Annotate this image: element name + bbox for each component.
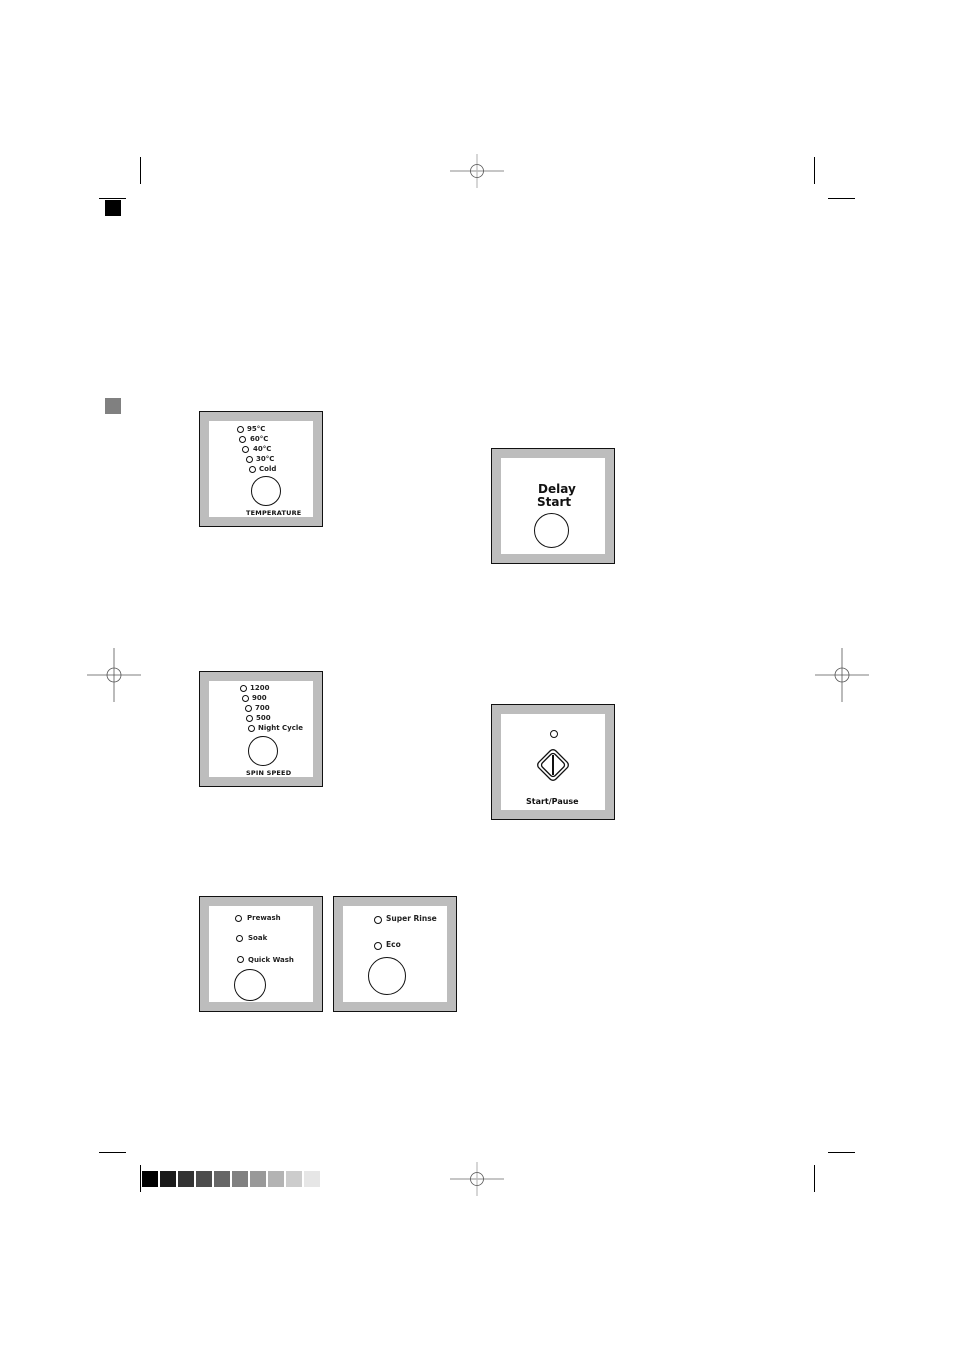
temperature-led-30 xyxy=(246,456,253,463)
color-swatch xyxy=(178,1171,194,1187)
spin-led-500 xyxy=(246,715,253,722)
options-panel-superrinse-eco: Super Rinse Eco xyxy=(333,896,457,1012)
crop-mark-top-right-h xyxy=(828,198,855,199)
temperature-option-label: 60°C xyxy=(250,435,269,443)
soak-label: Soak xyxy=(248,934,268,942)
registration-mark-bottom-icon xyxy=(450,1162,504,1196)
prewash-led xyxy=(235,915,242,922)
spin-speed-knob-button[interactable] xyxy=(248,736,278,766)
temperature-led-cold xyxy=(249,466,256,473)
temperature-knob-button[interactable] xyxy=(251,476,281,506)
eco-led xyxy=(374,942,382,950)
registration-mark-right-icon xyxy=(815,648,869,702)
quick-wash-led xyxy=(237,956,244,963)
delay-start-button[interactable] xyxy=(534,513,569,548)
start-pause-diamond-button-icon[interactable] xyxy=(531,743,575,787)
temperature-option-label: Cold xyxy=(259,465,277,473)
crop-mark-bottom-left-h xyxy=(99,1152,126,1153)
crop-mark-bottom-right-h xyxy=(828,1152,855,1153)
start-pause-caption: Start/Pause xyxy=(526,797,579,806)
temperature-led-60 xyxy=(239,436,246,443)
spin-led-900 xyxy=(242,695,249,702)
crop-mark-top-left-v xyxy=(140,157,141,184)
color-swatch xyxy=(268,1171,284,1187)
spin-led-1200 xyxy=(240,685,247,692)
color-swatch xyxy=(250,1171,266,1187)
spin-option-label: 1200 xyxy=(250,684,270,692)
color-swatch xyxy=(142,1171,158,1187)
options-a-knob-button[interactable] xyxy=(234,969,266,1001)
black-section-marker xyxy=(105,200,121,216)
registration-mark-left-icon xyxy=(87,648,141,702)
delay-start-panel: Delay Start xyxy=(491,448,615,564)
crop-mark-top-left-h xyxy=(99,198,126,199)
options-panel-prewash-soak-quickwash: Prewash Soak Quick Wash xyxy=(199,896,323,1012)
registration-mark-top-icon xyxy=(450,154,504,188)
crop-mark-bottom-left-v xyxy=(140,1165,141,1192)
super-rinse-led xyxy=(374,916,382,924)
spin-option-label: Night Cycle xyxy=(258,724,304,732)
spin-option-label: 900 xyxy=(252,694,267,702)
temperature-option-label: 30°C xyxy=(256,455,275,463)
spin-option-label: 500 xyxy=(256,714,271,722)
prewash-label: Prewash xyxy=(247,914,281,922)
eco-label: Eco xyxy=(386,940,401,949)
start-label: Start xyxy=(537,495,572,509)
temperature-led-40 xyxy=(242,446,249,453)
spin-led-700 xyxy=(245,705,252,712)
temperature-option-label: 95°C xyxy=(247,425,266,433)
spin-led-night-cycle xyxy=(248,725,255,732)
temperature-led-95 xyxy=(237,426,244,433)
super-rinse-label: Super Rinse xyxy=(386,914,437,923)
options-b-knob-button[interactable] xyxy=(368,957,406,995)
soak-led xyxy=(236,935,243,942)
color-swatch xyxy=(160,1171,176,1187)
crop-mark-top-right-v xyxy=(814,157,815,184)
color-swatch xyxy=(232,1171,248,1187)
spin-speed-panel: 1200 900 700 500 Night Cycle SPIN SPEED xyxy=(199,671,323,787)
start-pause-panel: Start/Pause xyxy=(491,704,615,820)
crop-mark-bottom-right-v xyxy=(814,1165,815,1192)
color-swatch xyxy=(304,1171,320,1187)
gray-section-marker xyxy=(105,398,121,414)
spin-option-label: 700 xyxy=(255,704,270,712)
color-swatch xyxy=(286,1171,302,1187)
color-swatch xyxy=(214,1171,230,1187)
temperature-caption: TEMPERATURE xyxy=(246,509,302,517)
temperature-panel: 95°C 60°C 40°C 30°C Cold TEMPERATURE xyxy=(199,411,323,527)
spin-speed-caption: SPIN SPEED xyxy=(246,769,292,777)
quick-wash-label: Quick Wash xyxy=(248,956,294,964)
color-swatch xyxy=(196,1171,212,1187)
start-pause-led xyxy=(550,730,558,738)
temperature-option-label: 40°C xyxy=(253,445,272,453)
